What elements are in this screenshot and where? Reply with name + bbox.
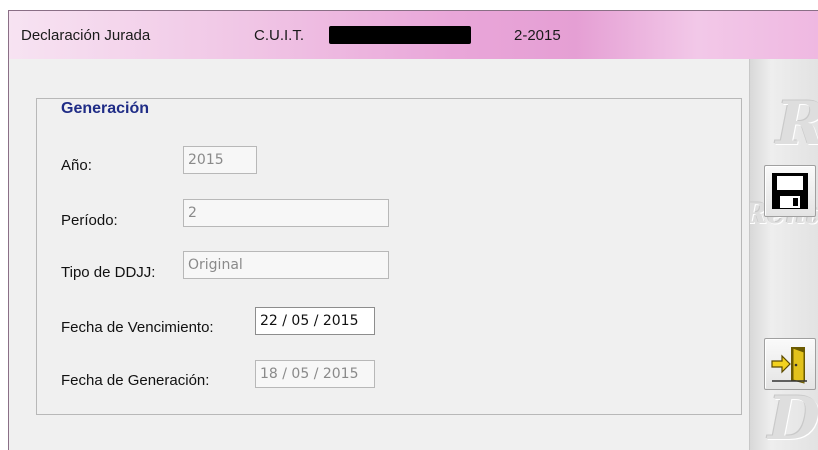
due-date-label: Fecha de Vencimiento: — [61, 319, 214, 336]
app-window: Declaración Jurada C.U.I.T. 2-2015 R Ren… — [8, 10, 818, 450]
period-field[interactable] — [183, 199, 389, 227]
side-toolbar: R Rent D — [749, 59, 818, 450]
generation-date-label: Fecha de Generación: — [61, 372, 210, 389]
save-button[interactable] — [764, 165, 816, 217]
period-label: 2-2015 — [514, 27, 561, 44]
due-date-field[interactable] — [255, 307, 375, 335]
ddjj-type-field[interactable] — [183, 251, 389, 279]
group-title: Generación — [55, 100, 156, 118]
watermark-decoration: D — [768, 384, 818, 450]
watermark-decoration: R — [776, 89, 818, 159]
generation-groupbox — [36, 98, 742, 415]
period-field-label: Período: — [61, 212, 118, 229]
generation-date-field[interactable] — [255, 360, 375, 388]
year-label: Año: — [61, 157, 92, 174]
cuit-redacted-value — [329, 26, 471, 44]
exit-door-icon — [771, 347, 807, 384]
window-title: Declaración Jurada — [21, 27, 151, 44]
year-field[interactable] — [183, 146, 257, 174]
title-bar: Declaración Jurada C.U.I.T. 2-2015 — [9, 11, 818, 60]
exit-button[interactable] — [764, 338, 816, 390]
ddjj-type-label: Tipo de DDJJ: — [61, 264, 156, 281]
cuit-label: C.U.I.T. — [254, 27, 305, 44]
floppy-disk-icon — [772, 173, 808, 209]
